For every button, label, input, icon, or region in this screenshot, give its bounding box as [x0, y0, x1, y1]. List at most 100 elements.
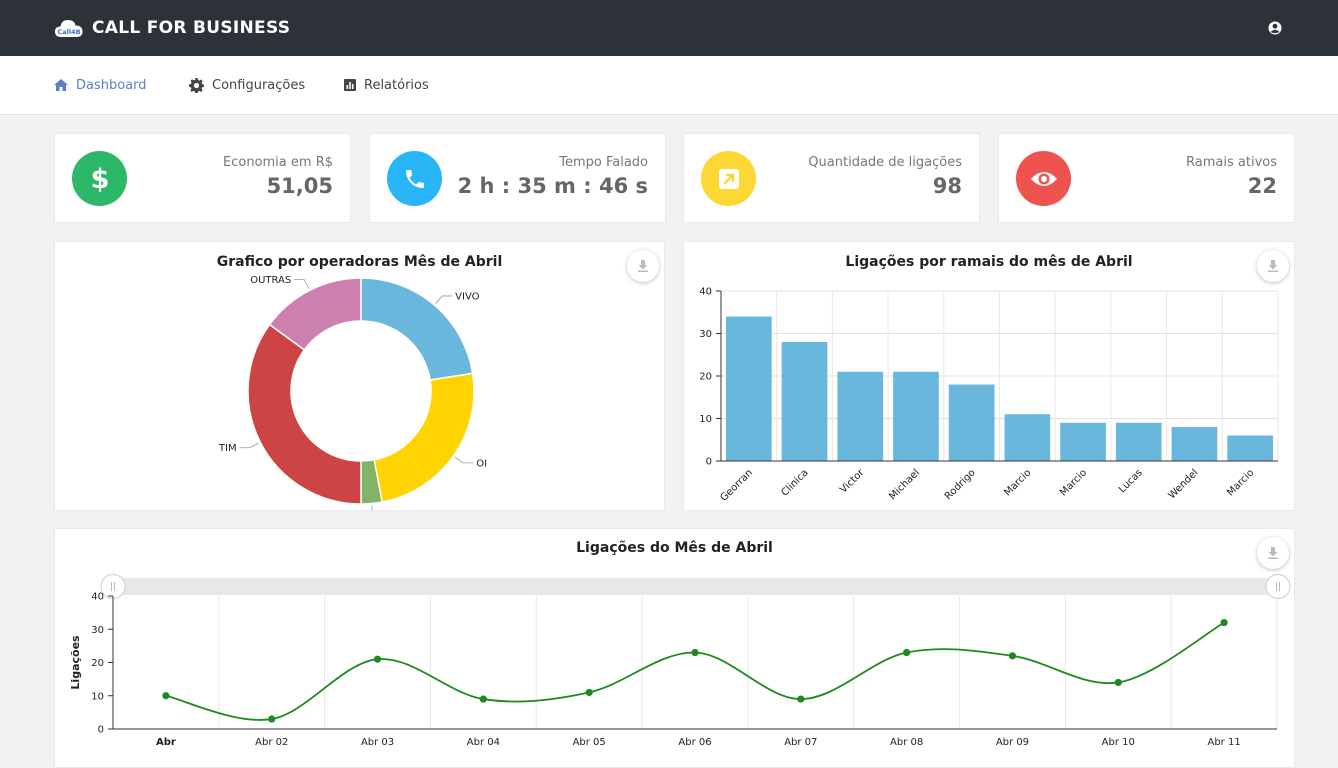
- kpi-value: 22: [1247, 174, 1277, 198]
- line-point: [373, 655, 382, 663]
- kpi-value: 51,05: [266, 174, 333, 198]
- bar: [726, 316, 772, 461]
- donut-label-connector: [454, 456, 474, 464]
- kpi-value: 2 h : 35 m : 46 s: [457, 174, 648, 198]
- line-point: [691, 648, 699, 657]
- x-tick-label: Wendel: [1167, 467, 1201, 501]
- x-tick-label: Lucas: [1117, 467, 1145, 495]
- y-tick-label: 40: [91, 592, 104, 603]
- x-tick-label: Abr 05: [573, 737, 606, 748]
- x-tick-label: Abr 08: [890, 737, 923, 748]
- donut-slice-tim: [247, 323, 362, 505]
- nav-bar: Dashboard Configurações Relatórios: [0, 56, 1338, 115]
- bar: [1060, 422, 1106, 461]
- operadoras-chart-card: Grafico por operadoras Mês de Abril VIVO…: [54, 241, 665, 511]
- kpi-label: Ramais ativos: [1186, 155, 1277, 170]
- bar-chart-icon: [344, 79, 356, 91]
- donut-label-connector: [371, 505, 373, 510]
- ligacoes-mes-chart-card: Ligações do Mês de Abril 0 10 20 30 40 Ligaçõ…: [54, 528, 1295, 768]
- y-tick-label: 10: [91, 691, 104, 702]
- home-icon: [54, 79, 68, 91]
- user-avatar-icon[interactable]: [1268, 21, 1282, 35]
- range-handle-right: [1265, 574, 1291, 599]
- x-tick-label: Abr 10: [1102, 737, 1135, 748]
- ramais-chart-card: Ligações por ramais do mês de Abril 0 10 2…: [683, 241, 1295, 511]
- y-tick-label: 40: [699, 287, 712, 298]
- kpi-circle: [1016, 151, 1071, 206]
- kpi-card-quantidade-ligacoes: Quantidade de ligações 98: [683, 133, 980, 223]
- line-chart: 0 10 20 30 40 Ligações Abr Abr 02 Abr 03 Abr 04 Ab…: [69, 574, 1291, 748]
- brand[interactable]: Call4B CALL FOR BUSINESS: [54, 14, 290, 42]
- gear-icon: [189, 77, 204, 93]
- x-tick-label: Abr 03: [361, 737, 394, 748]
- x-tick-label: Abr 09: [996, 737, 1029, 748]
- line-point: [268, 715, 276, 723]
- x-tick-label: Georran: [719, 467, 755, 503]
- x-tick-label: Abr 04: [467, 737, 500, 748]
- line-point: [162, 692, 170, 700]
- x-tick-label: Abr 02: [255, 737, 288, 748]
- x-tick-label: Marcio: [1058, 467, 1089, 498]
- donut-label-connector: [435, 295, 453, 304]
- eye-icon: [1030, 171, 1057, 186]
- kpi-card-economia: $ Economia em R$ 51,05: [54, 133, 351, 223]
- line-point: [1220, 619, 1228, 627]
- cloud-logo-icon: Call4B: [55, 20, 83, 37]
- bar: [1115, 422, 1162, 461]
- x-tick-label: Rodrigo: [943, 467, 978, 502]
- donut-chart: VIVOOICLAROTIMOUTRAS: [218, 275, 487, 510]
- kpi-card-tempo-falado: Tempo Falado 2 h : 35 m : 46 s: [369, 133, 666, 223]
- y-tick-label: 0: [706, 457, 712, 468]
- line-point: [797, 695, 805, 703]
- bar: [893, 371, 939, 461]
- svg-text:$: $: [90, 164, 109, 194]
- app-title: CALL FOR BUSINESS: [92, 18, 291, 38]
- line-point: [585, 688, 593, 697]
- range-handle-left: [100, 574, 126, 599]
- x-tick-label: Victor: [838, 467, 867, 496]
- bar: [1227, 435, 1273, 461]
- donut-label: OUTRAS: [250, 275, 291, 286]
- donut-label: VIVO: [455, 291, 479, 302]
- external-link-icon: [718, 168, 739, 189]
- line-point: [1008, 652, 1017, 660]
- nav-item-configuracoes[interactable]: Configurações: [189, 76, 305, 94]
- nav-label-dashboard: Dashboard: [76, 77, 147, 93]
- top-bar: Call4B CALL FOR BUSINESS: [0, 0, 1338, 56]
- kpi-circle: [387, 151, 442, 206]
- donut-label: OI: [476, 458, 487, 469]
- x-tick-label: Abr 07: [784, 737, 817, 748]
- line-point: [903, 648, 911, 657]
- bar: [837, 371, 884, 461]
- kpi-label: Economia em R$: [223, 155, 333, 170]
- bar: [1004, 414, 1051, 461]
- y-tick-label: 10: [699, 414, 712, 425]
- x-tick-label: Clinica: [779, 467, 810, 498]
- x-tick-label: Abr 06: [678, 737, 711, 748]
- bar: [1171, 427, 1218, 461]
- x-tick-label: Marcio: [1002, 467, 1033, 498]
- bar-chart: 0 10 20 30 40 Georran Clinica Victor Michael Rodr…: [699, 287, 1279, 504]
- y-tick-label: 30: [91, 625, 104, 636]
- x-tick-label: Abr: [156, 737, 176, 748]
- y-axis-label: Ligações: [69, 635, 82, 690]
- donut-label: TIM: [218, 443, 237, 454]
- line-point: [479, 695, 487, 703]
- y-tick-label: 30: [699, 329, 712, 340]
- donut-label-connector: [294, 279, 310, 289]
- kpi-value: 98: [932, 174, 962, 198]
- line-point: [1114, 678, 1122, 687]
- nav-item-dashboard[interactable]: Dashboard: [54, 76, 147, 94]
- kpi-circle: [701, 151, 756, 206]
- nav-label-relatorios: Relatórios: [364, 77, 429, 93]
- nav-item-relatorios[interactable]: Relatórios: [344, 76, 429, 94]
- donut-slice-oi: [373, 372, 475, 503]
- x-tick-label: Michael: [887, 467, 922, 502]
- y-tick-label: 0: [98, 725, 104, 736]
- y-tick-label: 20: [699, 372, 712, 383]
- x-tick-label: Abr 11: [1207, 737, 1240, 748]
- y-tick-label: 20: [91, 658, 104, 669]
- x-tick-label: Marcio: [1225, 467, 1256, 498]
- kpi-label: Quantidade de ligações: [808, 155, 962, 170]
- range-scrollbar-track: [113, 578, 1278, 595]
